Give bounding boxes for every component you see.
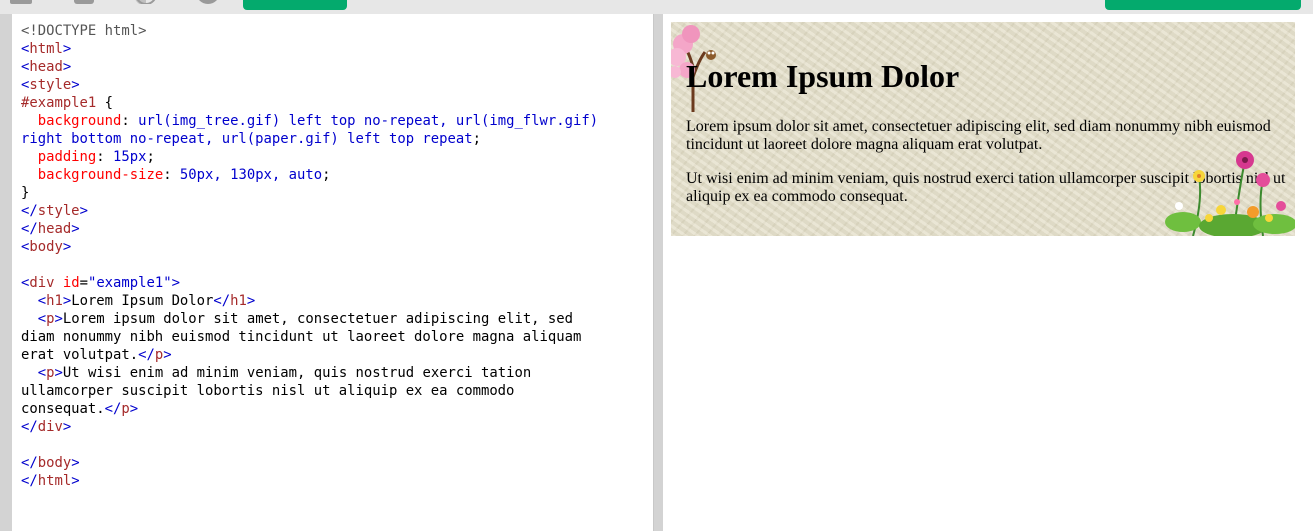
code-line: </style> [21,203,88,219]
result-frame: Lorem Ipsum Dolor Lorem ipsum dolor sit … [663,14,1313,531]
code-line: background: url(img_tree.gif) left top n… [37,113,599,129]
top-toolbar [0,0,1313,14]
code-line: <div id="example1"> [21,275,180,291]
menu-icon[interactable] [10,0,32,4]
code-line: <html> [21,41,72,57]
code-line: erat volutpat.</p> [21,347,172,363]
code-editor[interactable]: <!DOCTYPE html> <html> <head> <style> #e… [12,14,654,531]
code-line: <style> [21,77,80,93]
code-line: <!DOCTYPE html> [21,23,147,39]
code-line: </html> [21,473,80,489]
code-line: #example1 { [21,95,114,111]
code-line: <body> [21,239,72,255]
get-spaces-button[interactable] [1105,0,1301,10]
code-line: background-size: 50px, 130px, auto; [37,167,331,183]
flowers-image [1165,151,1295,236]
pane-divider[interactable] [654,14,662,531]
theme-toggle-icon[interactable] [134,0,158,6]
code-line: <head> [21,59,72,75]
code-line: </div> [21,419,72,435]
code-line: ullamcorper suscipit lobortis nisl ut al… [21,383,515,399]
rotate-icon[interactable] [196,0,220,4]
code-text[interactable]: <!DOCTYPE html> <html> <head> <style> #e… [12,14,653,490]
code-line: right bottom no-repeat, url(paper.gif) l… [21,131,481,147]
code-line: </body> [21,455,80,471]
code-line: <h1>Lorem Ipsum Dolor</h1> [37,293,256,309]
code-line: } [21,185,30,201]
code-line: diam nonummy nibh euismod tincidunt ut l… [21,329,582,345]
home-icon[interactable] [74,0,94,4]
result-heading: Lorem Ipsum Dolor [686,58,960,94]
code-line: consequat.</p> [21,401,139,417]
example-div: Lorem Ipsum Dolor Lorem ipsum dolor sit … [671,22,1295,236]
code-line: padding: 15px; [37,149,155,165]
code-line: </head> [21,221,80,237]
code-line: <p>Lorem ipsum dolor sit amet, consectet… [37,311,573,327]
run-button[interactable] [243,0,347,10]
code-line: <p>Ut wisi enim ad minim veniam, quis no… [37,365,532,381]
